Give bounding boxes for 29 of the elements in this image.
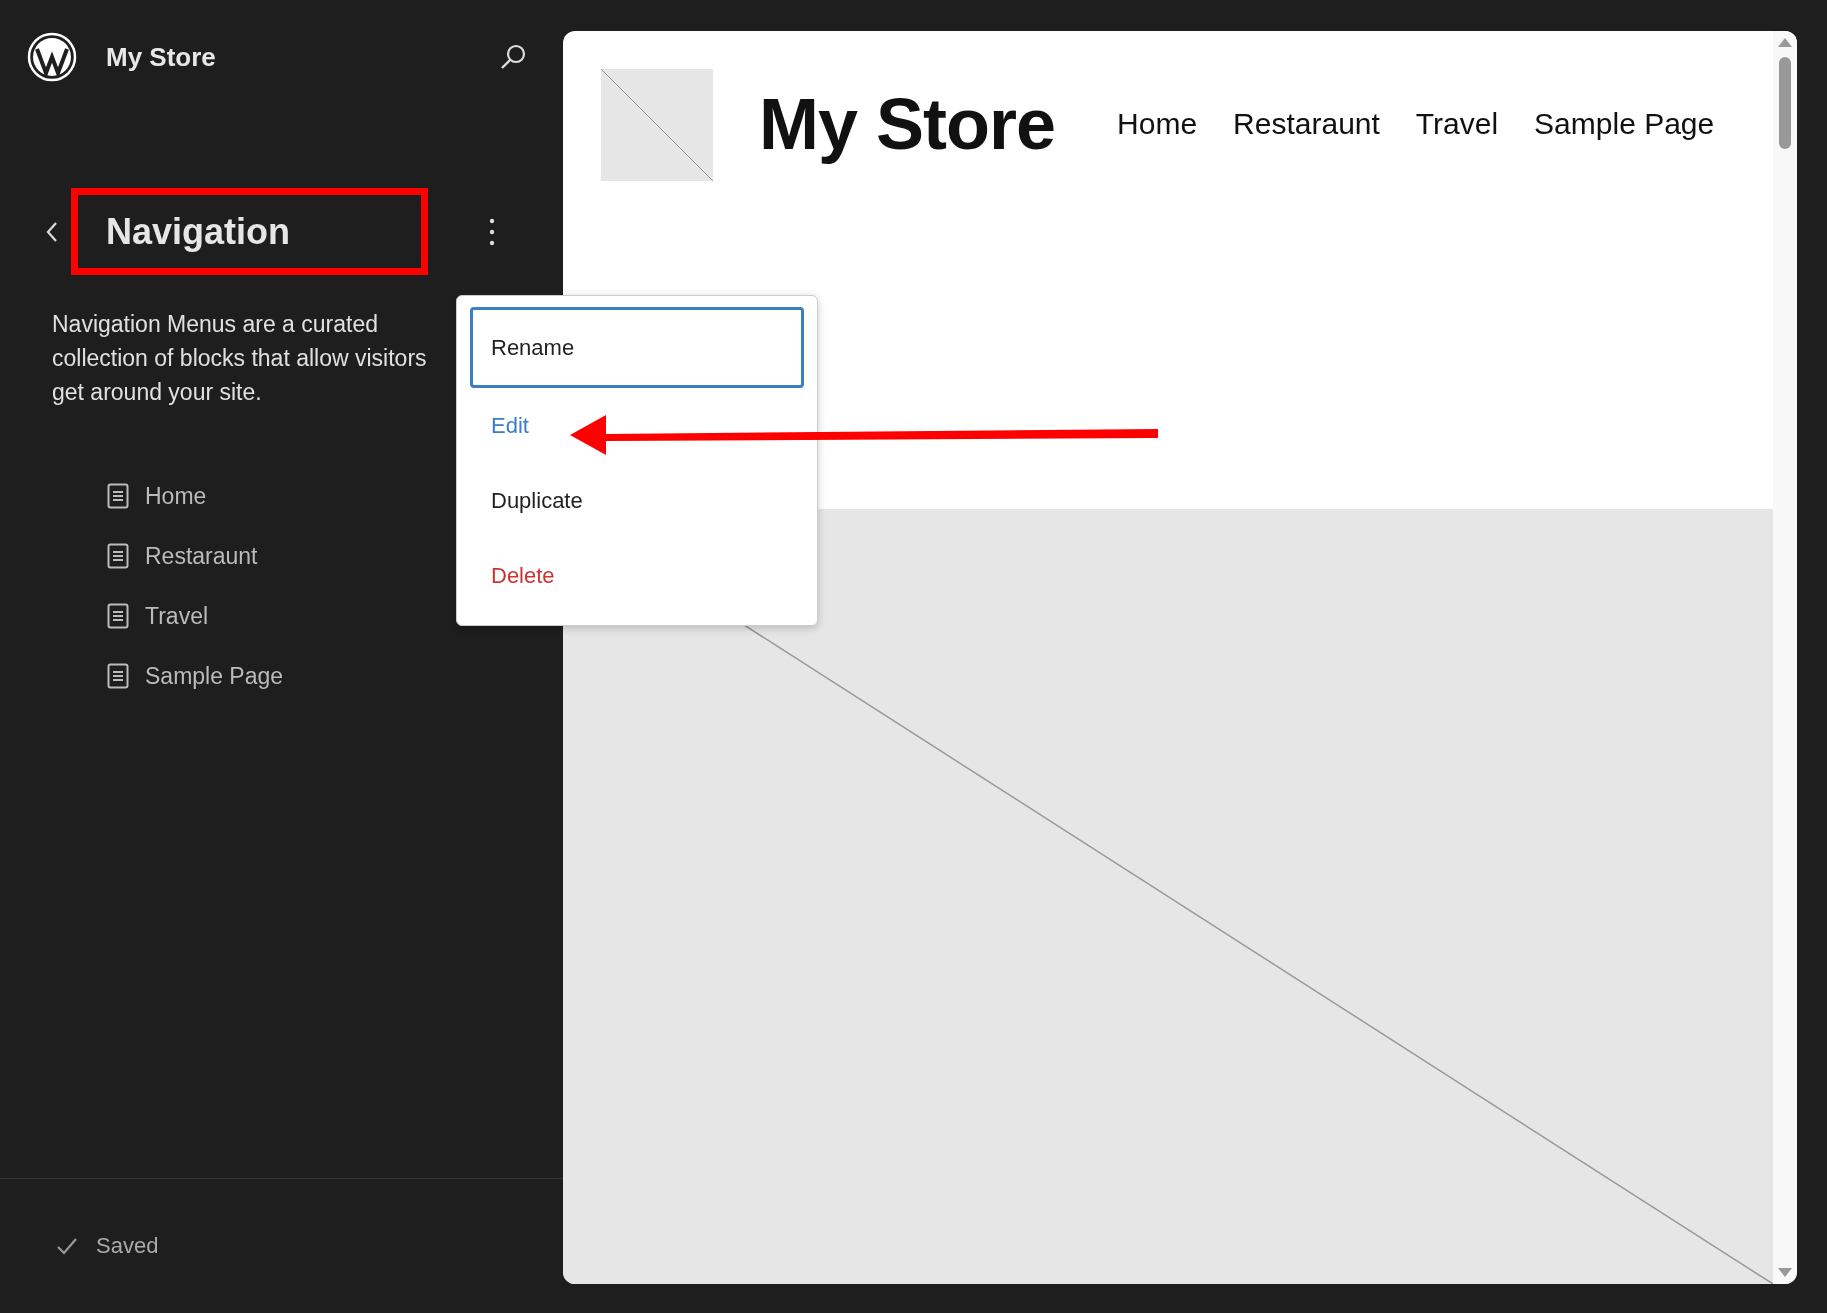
menu-item[interactable]: Home [145, 482, 207, 510]
site-title: My Store [106, 41, 217, 73]
page-icon [107, 603, 129, 629]
scroll-up-icon[interactable] [1778, 37, 1792, 47]
menu-item[interactable]: Travel [145, 602, 209, 630]
panel-description: Navigation Menus are a curated collection of blocks that allow visitors get around your site. [52, 310, 427, 407]
panel-title: Navigation [106, 210, 291, 253]
nav-link[interactable]: Travel [1415, 107, 1499, 141]
save-status: Saved [96, 1233, 159, 1259]
nav-link[interactable]: Restaraunt [1233, 107, 1380, 141]
nav-link[interactable]: Sample Page [1534, 107, 1715, 141]
menu-option[interactable]: Rename [470, 307, 804, 388]
page-icon [107, 483, 129, 509]
menu-option[interactable]: Delete [470, 538, 804, 613]
menu-item[interactable]: Restaraunt [145, 542, 258, 570]
scroll-thumb[interactable] [1779, 57, 1791, 149]
menu-item[interactable]: Sample Page [145, 662, 284, 690]
logo-icon[interactable] [27, 32, 77, 82]
search-icon[interactable] [499, 43, 527, 71]
page-icon [107, 663, 129, 689]
nav-link[interactable]: Home [1117, 107, 1198, 141]
menu-option[interactable]: Edit [470, 388, 804, 463]
check-icon [56, 1236, 78, 1256]
scroll-down-icon[interactable] [1778, 1268, 1792, 1278]
site-title[interactable]: My Store [759, 83, 1056, 165]
more-icon[interactable] [489, 216, 495, 247]
menu-option[interactable]: Duplicate [470, 463, 804, 538]
scrollbar[interactable] [1773, 31, 1797, 1284]
page-icon [107, 543, 129, 569]
